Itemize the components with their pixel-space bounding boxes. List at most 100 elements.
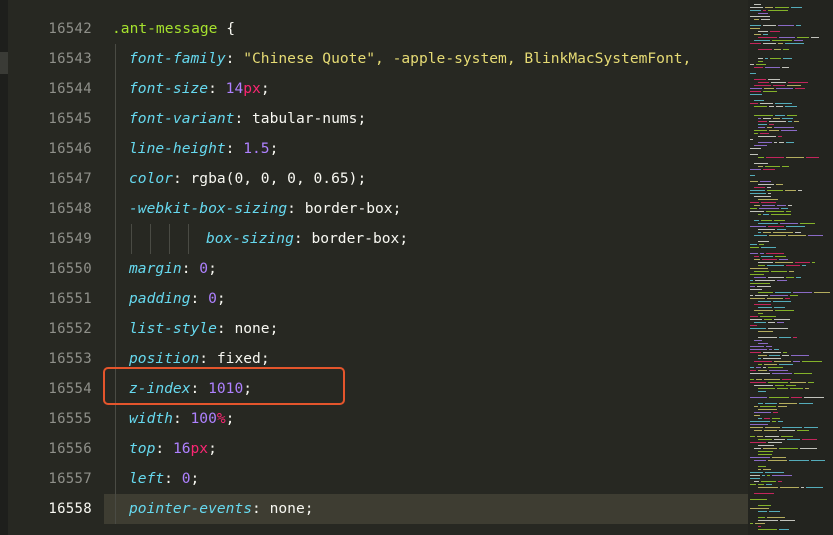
indent-guide (115, 44, 116, 524)
minimap-stroke (754, 4, 761, 5)
minimap-stroke (750, 523, 753, 524)
minimap-stroke (769, 397, 789, 398)
minimap-stroke (771, 214, 791, 215)
minimap-stroke (773, 232, 793, 233)
minimap-stroke (762, 259, 777, 260)
sidebar-selected-item[interactable] (0, 52, 8, 74)
line-number-current: 16558 (48, 501, 92, 517)
minimap-stroke (779, 448, 798, 449)
line-number: 16549 (48, 231, 92, 247)
minimap-stroke (783, 58, 792, 59)
minimap-stroke (758, 292, 773, 293)
code-text-area[interactable]: .ant-message { font-family: "Chinese Quo… (104, 0, 748, 535)
code-line: font-family: "Chinese Quote", -apple-sys… (129, 50, 692, 67)
minimap-stroke (765, 472, 784, 473)
minimap-stroke (768, 226, 784, 227)
minimap-stroke (750, 472, 763, 473)
sidebar-edge[interactable] (0, 0, 8, 535)
minimap-stroke (758, 136, 776, 137)
minimap-stroke (781, 130, 797, 131)
minimap-stroke (780, 520, 795, 521)
minimap-stroke (754, 304, 771, 305)
minimap-stroke (750, 499, 767, 500)
minimap-stroke (758, 454, 772, 455)
minimap-stroke (779, 259, 788, 260)
minimap-stroke (750, 478, 760, 479)
minimap-stroke (774, 439, 785, 440)
minimap-stroke (750, 139, 753, 140)
minimap-stroke (779, 403, 797, 404)
minimap-stroke (758, 49, 772, 50)
minimap-stroke (750, 43, 761, 44)
minimap-stroke (763, 169, 775, 170)
css-value: fixed (216, 350, 261, 367)
minimap-stroke (791, 355, 809, 356)
minimap-stroke (797, 430, 809, 431)
minimap-stroke (775, 385, 784, 386)
minimap-stroke (750, 289, 762, 290)
minimap-stroke (750, 475, 760, 476)
minimap-stroke (786, 385, 796, 386)
minimap-stroke (778, 136, 782, 137)
minimap-stroke (758, 505, 771, 506)
line-number: 16548 (48, 201, 92, 217)
minimap-stroke (750, 424, 768, 425)
code-line: font-size: 14px; (129, 80, 270, 97)
minimap-stroke (763, 214, 769, 215)
minimap-stroke (750, 370, 756, 371)
minimap-stroke (754, 415, 760, 416)
css-property: -webkit-box-sizing (129, 200, 288, 217)
minimap-stroke (793, 292, 812, 293)
minimap-stroke (750, 94, 762, 95)
minimap-stroke (754, 412, 771, 413)
css-property: font-variant (129, 110, 235, 127)
minimap-stroke (750, 202, 759, 203)
minimap-stroke (802, 439, 817, 440)
minimap-stroke (798, 190, 802, 191)
minimap-stroke (758, 31, 768, 32)
minimap-stroke (762, 205, 775, 206)
minimap-stroke (750, 298, 765, 299)
minimap-stroke (796, 277, 801, 278)
minimap-stroke (765, 58, 768, 59)
minimap-stroke (754, 145, 767, 146)
minimap-stroke (758, 403, 763, 404)
minimap-stroke (778, 481, 782, 482)
minimap-stroke (763, 352, 781, 353)
minimap-stroke (769, 370, 788, 371)
line-number: 16555 (48, 411, 92, 427)
minimap-stroke (750, 367, 754, 368)
line-number: 16550 (48, 261, 92, 277)
minimap-stroke (770, 31, 780, 32)
minimap-stroke (750, 397, 767, 398)
minimap-stroke (754, 322, 766, 323)
css-property: left (129, 470, 165, 487)
indent-guide (169, 224, 170, 254)
minimap-stroke (767, 517, 785, 518)
minimap-stroke (804, 427, 818, 428)
minimap-stroke (758, 466, 766, 467)
code-line: top: 16px; (129, 440, 217, 457)
minimap-stroke (754, 40, 770, 41)
minimap-stroke (758, 337, 777, 338)
minimap-stroke (778, 25, 794, 26)
minimap-stroke (767, 190, 783, 191)
minimap-stroke (758, 391, 766, 392)
minimap-stroke (785, 43, 804, 44)
minimap-stroke (787, 85, 801, 86)
code-line: -webkit-box-sizing: border-box; (129, 200, 402, 217)
minimap-stroke (763, 43, 776, 44)
css-value: none (269, 500, 305, 517)
minimap[interactable] (748, 0, 833, 535)
minimap-stroke (754, 406, 758, 407)
minimap-stroke (750, 379, 754, 380)
minimap-stroke (806, 157, 819, 158)
minimap-stroke (788, 205, 792, 206)
minimap-stroke (779, 37, 795, 38)
minimap-stroke (786, 277, 794, 278)
minimap-stroke (758, 142, 772, 143)
minimap-stroke (764, 418, 770, 419)
code-line: list-style: none; (129, 320, 279, 337)
minimap-stroke (759, 208, 779, 209)
minimap-stroke (763, 358, 781, 359)
